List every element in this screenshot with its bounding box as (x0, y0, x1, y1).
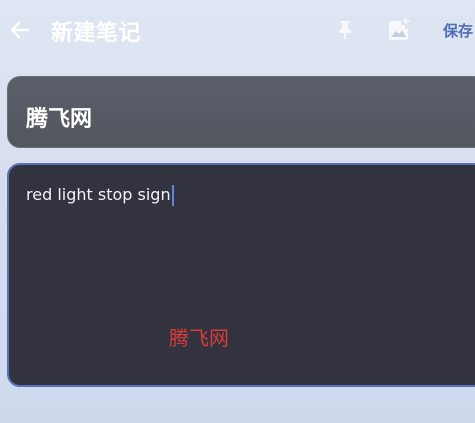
content-text: red light stop sign (26, 185, 174, 206)
text-caret (171, 185, 174, 206)
pin-button[interactable] (333, 18, 357, 42)
pin-icon (339, 21, 351, 39)
add-image-icon (389, 18, 409, 40)
title-field[interactable]: 腾飞网 (7, 76, 475, 148)
back-button[interactable] (6, 16, 34, 44)
content-value: red light stop sign (26, 185, 171, 204)
add-image-button[interactable] (386, 17, 412, 43)
arrow-left-icon (10, 21, 30, 39)
content-field[interactable]: red light stop sign 腾飞网 (7, 163, 475, 387)
title-value: 腾飞网 (26, 107, 93, 132)
top-bar: 新建笔记 保存 (0, 0, 475, 64)
watermark: 腾飞网 (169, 326, 229, 350)
page-title: 新建笔记 (51, 21, 142, 46)
save-button[interactable]: 保存 (443, 20, 473, 41)
